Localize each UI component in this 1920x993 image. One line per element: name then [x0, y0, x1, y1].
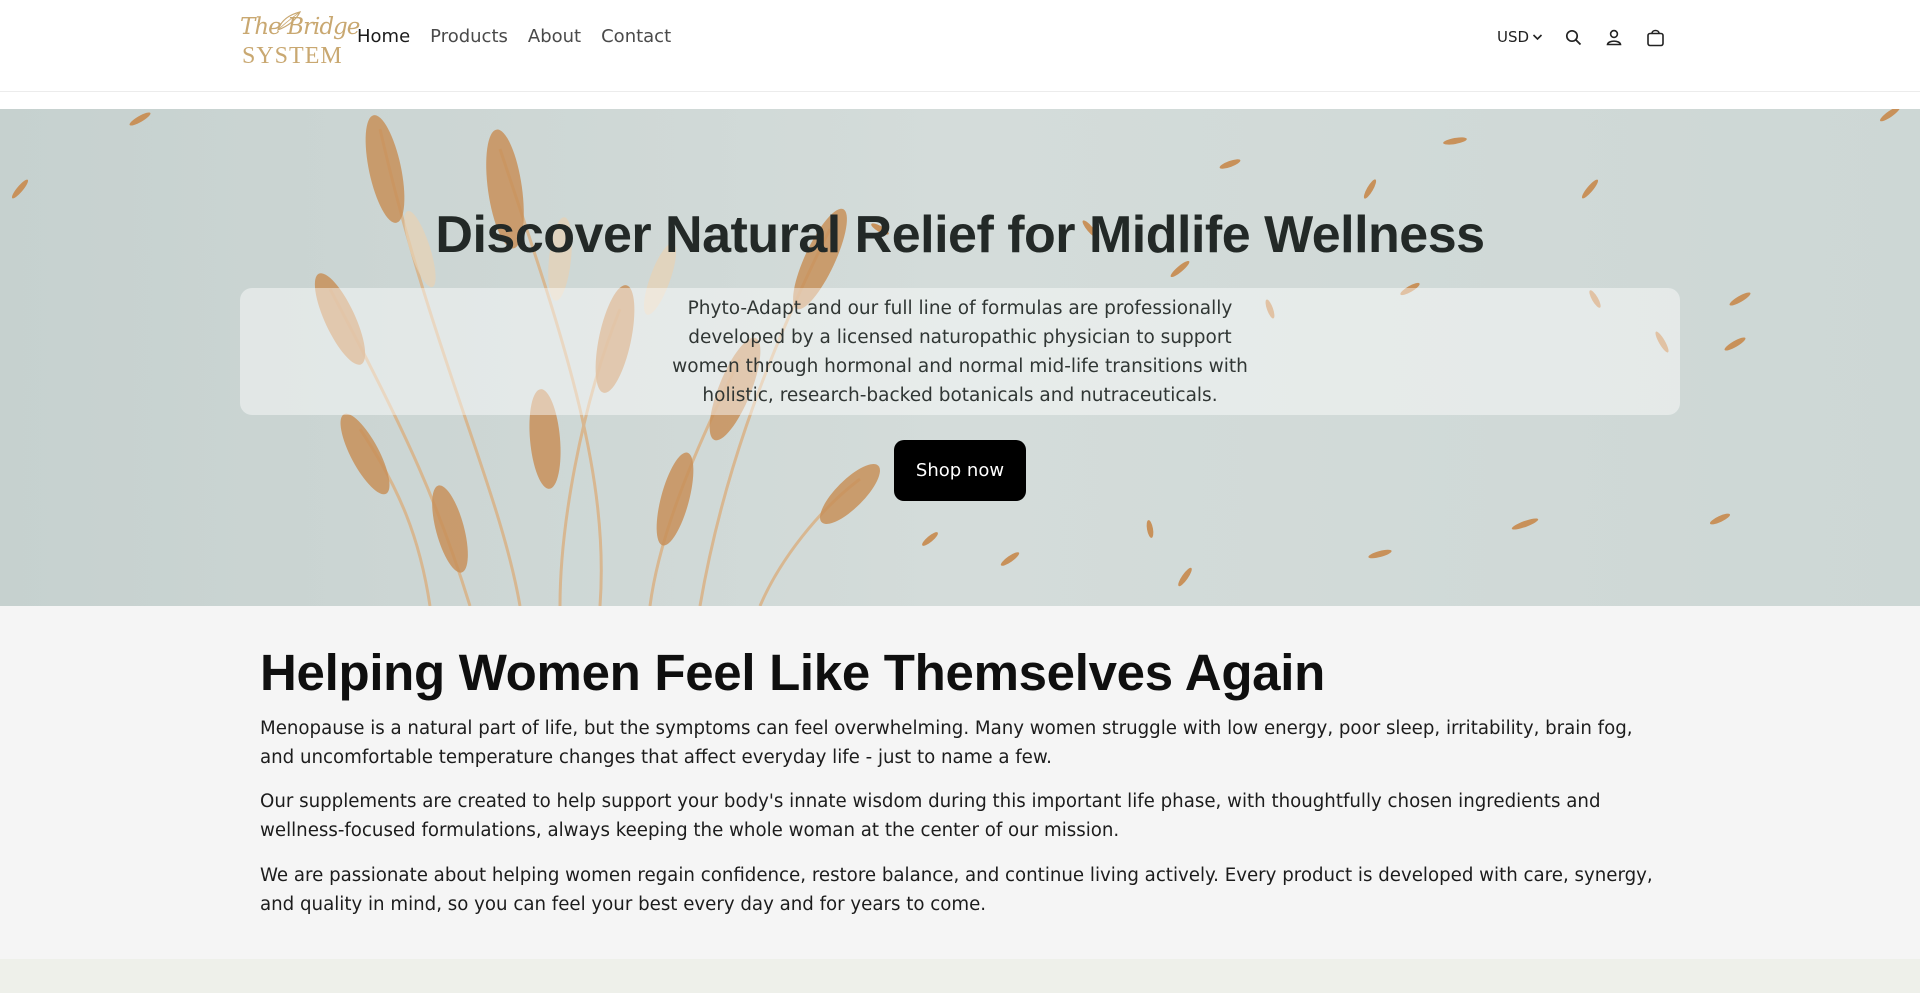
header-tools: USD [1497, 26, 1666, 48]
logo-system-text: SYSTEM [242, 43, 343, 69]
nav-item-contact[interactable]: Contact [601, 24, 671, 50]
chevron-down-icon [1532, 34, 1543, 41]
about-heading: Helping Women Feel Like Themselves Again [260, 644, 1325, 701]
nav-item-about[interactable]: About [528, 24, 581, 50]
currency-selector[interactable]: USD [1497, 28, 1543, 46]
shop-now-button[interactable]: Shop now [894, 440, 1026, 501]
nav-item-home[interactable]: Home [357, 24, 410, 50]
currency-label: USD [1497, 28, 1530, 46]
hero-description: Phyto-Adapt and our full line of formula… [672, 298, 1248, 406]
site-header: The Bridge SYSTEM Home Products About Co… [0, 0, 1920, 92]
about-paragraph: Our supplements are created to help supp… [260, 791, 1601, 841]
about-section: Helping Women Feel Like Themselves Again… [0, 606, 1920, 959]
next-section-strip [0, 959, 1920, 993]
logo-script-text: The Bridge [240, 14, 360, 40]
main-nav: Home Products About Contact [357, 24, 671, 50]
account-icon[interactable] [1603, 26, 1625, 48]
hero-title: Discover Natural Relief for Midlife Well… [435, 206, 1485, 264]
cart-icon[interactable] [1644, 26, 1666, 48]
about-paragraph: We are passionate about helping women re… [260, 865, 1653, 915]
about-paragraph: Menopause is a natural part of life, but… [260, 718, 1633, 768]
hero-banner: Discover Natural Relief for Midlife Well… [0, 109, 1920, 606]
brand-logo[interactable]: The Bridge SYSTEM [238, 10, 360, 69]
nav-item-products[interactable]: Products [430, 24, 508, 50]
search-icon[interactable] [1562, 26, 1584, 48]
